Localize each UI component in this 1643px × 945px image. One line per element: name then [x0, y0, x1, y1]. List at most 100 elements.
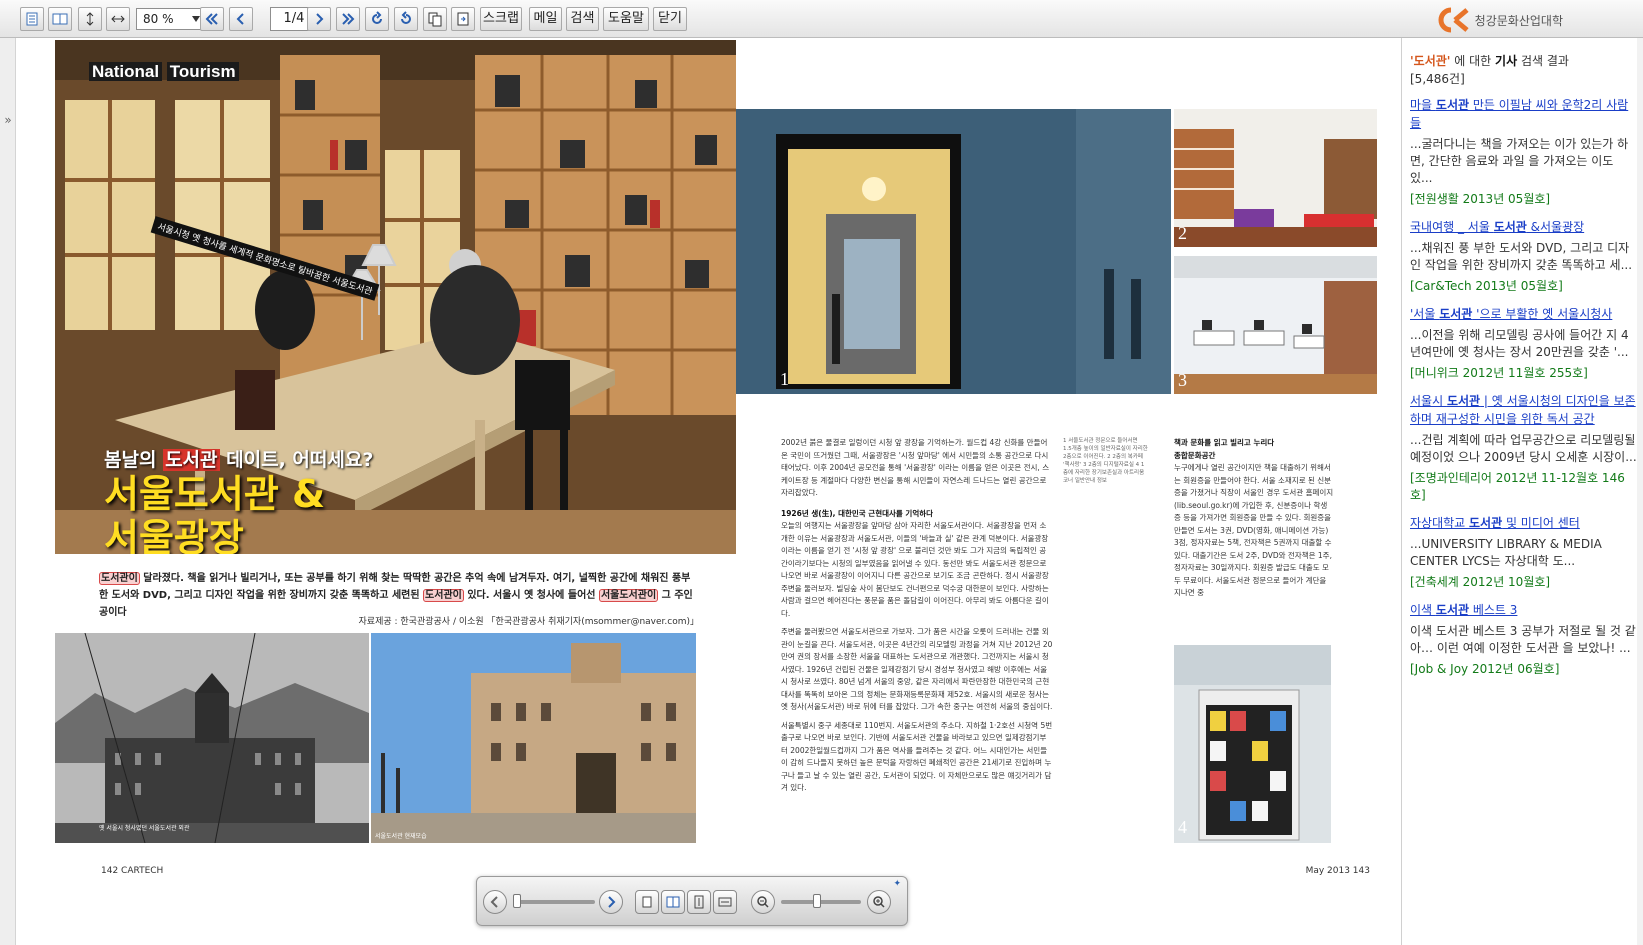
result-title-text: '서울 [1410, 307, 1440, 321]
rotate-right-button[interactable] [365, 7, 389, 31]
search-button[interactable]: 검색 [566, 7, 599, 31]
zoom-slider[interactable] [781, 900, 861, 904]
result-title-link[interactable]: 마을 도서관 만든 이필남 씨와 운학2리 사람들 [1410, 96, 1638, 132]
results-scrollbar[interactable] [1637, 38, 1643, 945]
section-heading-text: 종합문화공간 [1174, 450, 1216, 460]
nav-double-page-button[interactable] [661, 890, 685, 914]
search-highlight: 도서관 [163, 449, 220, 471]
photo-caption: 서울도서관 현재모습 [375, 833, 427, 840]
nav-prev-button[interactable] [483, 890, 507, 914]
pin-icon[interactable]: ✦ [893, 879, 901, 889]
mail-button[interactable]: 메일 [529, 7, 562, 31]
old-city-hall-photo: 옛 서울시 청사였던 서울도서관 외관 [55, 633, 369, 843]
book-display-photo: 4 [1174, 645, 1331, 843]
result-title-text: 국내여행 _ 서울 [1410, 220, 1494, 234]
result-title-link[interactable]: '서울 도서관 '으로 부활한 옛 서울시청사 [1410, 305, 1638, 323]
fit-width-button[interactable] [106, 7, 130, 31]
digital-room-photo: 3 [1174, 256, 1377, 394]
article-title-line2: 서울광장 [104, 516, 244, 554]
copy-icon [428, 12, 442, 27]
result-source: [Job & Joy 2012년 06월호] [1410, 662, 1560, 676]
result-title-text: '으로 부활한 옛 서울시청사 [1472, 307, 1613, 321]
close-button[interactable]: 닫기 [653, 7, 687, 31]
masthead-tourism: Tourism [166, 62, 239, 81]
result-item: 마을 도서관 만든 이필남 씨와 운학2리 사람들 ...굴러다니는 책을 가져… [1410, 96, 1638, 208]
result-title-link[interactable]: 이색 도서관 베스트 3 [1410, 601, 1638, 619]
masthead-national: National [89, 62, 163, 81]
scrap-button[interactable]: 스크랩 [480, 7, 522, 31]
single-page-icon [26, 12, 38, 26]
search-query: '도서관' [1410, 54, 1451, 68]
next-page-button[interactable] [307, 7, 331, 31]
rotate-left-button[interactable] [394, 7, 418, 31]
result-item: '서울 도서관 '으로 부활한 옛 서울시청사 ...이전을 위해 리모델링 공… [1410, 305, 1638, 382]
result-source: [머니위크 2012년 11월호 255호] [1410, 366, 1588, 380]
double-page-view-button[interactable] [48, 7, 72, 31]
side-panel-toggle-strip: » [0, 38, 16, 945]
section-heading: 책과 문화를 읽고 빌리고 누리다 [1174, 437, 1334, 450]
result-item: 자상대학교 도서관 및 미디어 센터 ...UNIVERSITY LIBRARY… [1410, 514, 1638, 591]
article-title-line1: 서울도서관 & [104, 472, 326, 516]
fit-height-icon [86, 12, 94, 26]
fit-height-button[interactable] [78, 7, 102, 31]
result-source: [조명과인테리어 2012년 11-12월호 146호] [1410, 471, 1625, 502]
fit-height-icon [694, 895, 704, 909]
result-title-keyword: 도서관 [1493, 220, 1527, 234]
chevron-down-icon [192, 16, 200, 22]
result-title-link[interactable]: 자상대학교 도서관 및 미디어 센터 [1410, 514, 1638, 532]
zoom-select[interactable]: 80 % [136, 8, 204, 30]
section-masthead: National Tourism [89, 62, 239, 82]
results-header-text: 검색 결과 [1517, 54, 1569, 68]
zoom-slider-handle[interactable] [813, 894, 821, 908]
reading-room-image [1174, 109, 1377, 247]
expand-panel-icon[interactable]: » [1, 100, 15, 140]
reading-room-photo: 2 [1174, 109, 1377, 247]
photo-number: 3 [1178, 370, 1187, 390]
single-page-view-button[interactable] [20, 7, 44, 31]
result-title-text: &서울광장 [1526, 220, 1585, 234]
nav-next-button[interactable] [599, 890, 623, 914]
library-exterior-photo: 서울도서관 현재모습 [371, 633, 696, 843]
result-item: 이색 도서관 베스트 3 이색 도서관 베스트 3 공부가 저절로 될 것 같아… [1410, 601, 1638, 678]
result-title-link[interactable]: 서울시 도서관 | 옛 서울시청의 디자인을 보존하며 재구성한 시민을 위한 … [1410, 392, 1638, 428]
section-heading-text: 책과 문화를 읽고 빌리고 누리다 [1174, 438, 1275, 447]
prev-page-button[interactable] [229, 7, 253, 31]
brand-name: 청강문화산업대학 [1474, 13, 1563, 28]
result-title-text: 이색 [1410, 603, 1436, 617]
double-chevron-left-icon [205, 13, 218, 25]
zoom-in-icon [873, 896, 885, 908]
fit-width-icon [718, 897, 732, 907]
paragraph: 오늘의 여행지는 서울광장을 앞마당 삼아 자리한 서울도서관이다. 서울광장을… [781, 521, 1049, 618]
save-page-button[interactable] [451, 7, 475, 31]
entrance-image [736, 109, 1171, 394]
result-title-keyword: 도서관 [1435, 603, 1470, 617]
page-folio: May 2013 143 [1305, 866, 1370, 876]
nav-fit-height-button[interactable] [687, 890, 711, 914]
first-page-button[interactable] [200, 7, 224, 31]
page-slider-handle[interactable] [513, 894, 521, 908]
article-title: 서울도서관 & 서울광장 [104, 472, 325, 554]
search-results-panel: '도서관' 에 대한 기사 검색 결과 [5,486건] 마을 도서관 만든 이… [1401, 38, 1643, 945]
photo-credit: 자료제공 : 한국관광공사 / 이소원 「한국관광공사 취재기자(msommer… [358, 617, 699, 627]
last-page-button[interactable] [336, 7, 360, 31]
nav-fit-width-button[interactable] [713, 890, 737, 914]
old-city-hall-image [55, 633, 369, 843]
help-button[interactable]: 도움말 [603, 7, 649, 31]
subtitle-prefix: 봄날의 [104, 449, 164, 471]
nav-single-page-button[interactable] [635, 890, 659, 914]
copy-page-button[interactable] [423, 7, 447, 31]
paragraph: 주변을 둘러봤으면 서울도서관으로 가보자. 그가 품은 시간을 오롯이 드러내… [781, 627, 1053, 711]
zoom-out-button[interactable] [751, 890, 775, 914]
zoom-in-button[interactable] [867, 890, 891, 914]
page-slider[interactable] [513, 900, 595, 904]
results-list: 마을 도서관 만든 이필남 씨와 운학2리 사람들 ...굴러다니는 책을 가져… [1410, 96, 1638, 688]
article-column-2: 책과 문화를 읽고 빌리고 누리다 종합문화공간 누구에게나 열린 공간이지만 … [1174, 437, 1334, 600]
photo-number: 2 [1178, 223, 1187, 243]
result-title-link[interactable]: 국내여행 _ 서울 도서관 &서울광장 [1410, 218, 1638, 236]
rotate-right-icon [372, 11, 382, 24]
document-viewer[interactable]: National Tourism 서울시청 옛 청사를 세계적 문화명소로 탈바… [17, 38, 1416, 945]
result-title-keyword: 도서관 [1469, 516, 1503, 530]
double-page-icon [666, 896, 680, 908]
photo-number: 1 [780, 369, 789, 389]
result-snippet: ...굴러다니는 책을 가져오는 이가 있는가 하면, 간단한 음료와 과일 을… [1410, 137, 1629, 185]
